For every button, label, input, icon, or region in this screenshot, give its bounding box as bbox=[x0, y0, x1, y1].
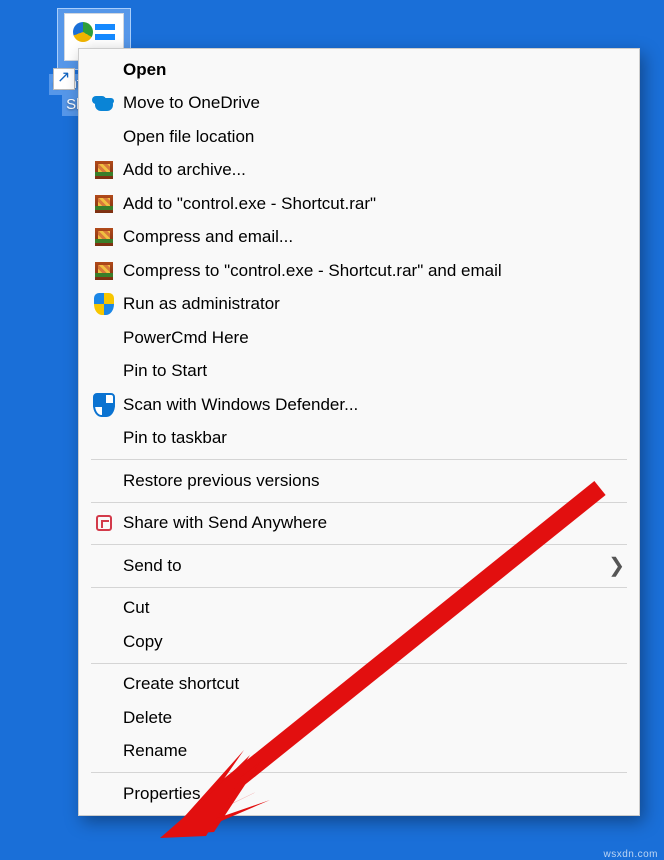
menu-open[interactable]: Open bbox=[79, 53, 639, 87]
menu-label: Pin to taskbar bbox=[119, 428, 625, 448]
menu-label: Send to bbox=[119, 556, 608, 576]
menu-share-send-anywhere[interactable]: Share with Send Anywhere bbox=[79, 507, 639, 541]
menu-restore-previous-versions[interactable]: Restore previous versions bbox=[79, 464, 639, 498]
winrar-icon bbox=[89, 262, 119, 280]
context-menu: Open Move to OneDrive Open file location… bbox=[78, 48, 640, 816]
menu-label: Compress and email... bbox=[119, 227, 625, 247]
menu-label: Restore previous versions bbox=[119, 471, 625, 491]
send-anywhere-icon bbox=[89, 515, 119, 531]
menu-label: Add to archive... bbox=[119, 160, 625, 180]
menu-label: Scan with Windows Defender... bbox=[119, 395, 625, 415]
menu-label: Properties bbox=[119, 784, 625, 804]
desktop: control.exe - Shortcut Open Move to OneD… bbox=[0, 0, 664, 860]
menu-cut[interactable]: Cut bbox=[79, 592, 639, 626]
menu-copy[interactable]: Copy bbox=[79, 625, 639, 659]
menu-pin-to-start[interactable]: Pin to Start bbox=[79, 355, 639, 389]
menu-label: Create shortcut bbox=[119, 674, 625, 694]
menu-powercmd[interactable]: PowerCmd Here bbox=[79, 321, 639, 355]
menu-label: Cut bbox=[119, 598, 625, 618]
menu-label: Open file location bbox=[119, 127, 625, 147]
menu-move-onedrive[interactable]: Move to OneDrive bbox=[79, 87, 639, 121]
winrar-icon bbox=[89, 161, 119, 179]
menu-label: Delete bbox=[119, 708, 625, 728]
menu-label: PowerCmd Here bbox=[119, 328, 625, 348]
shortcut-overlay-icon bbox=[53, 68, 75, 90]
separator bbox=[91, 772, 627, 773]
watermark-text: wsxdn.com bbox=[603, 849, 658, 860]
menu-compress-to-named-email[interactable]: Compress to "control.exe - Shortcut.rar"… bbox=[79, 254, 639, 288]
menu-add-to-archive[interactable]: Add to archive... bbox=[79, 154, 639, 188]
separator bbox=[91, 544, 627, 545]
separator bbox=[91, 587, 627, 588]
menu-label: Open bbox=[119, 60, 625, 80]
menu-create-shortcut[interactable]: Create shortcut bbox=[79, 668, 639, 702]
menu-send-to[interactable]: Send to ❯ bbox=[79, 549, 639, 583]
menu-label: Share with Send Anywhere bbox=[119, 513, 625, 533]
winrar-icon bbox=[89, 195, 119, 213]
menu-label: Compress to "control.exe - Shortcut.rar"… bbox=[119, 261, 625, 281]
menu-compress-email[interactable]: Compress and email... bbox=[79, 221, 639, 255]
menu-open-file-location[interactable]: Open file location bbox=[79, 120, 639, 154]
separator bbox=[91, 663, 627, 664]
menu-add-to-named-rar[interactable]: Add to "control.exe - Shortcut.rar" bbox=[79, 187, 639, 221]
menu-properties[interactable]: Properties bbox=[79, 777, 639, 811]
menu-label: Run as administrator bbox=[119, 294, 625, 314]
separator bbox=[91, 459, 627, 460]
defender-shield-icon bbox=[89, 393, 119, 417]
menu-label: Rename bbox=[119, 741, 625, 761]
menu-rename[interactable]: Rename bbox=[79, 735, 639, 769]
menu-label: Pin to Start bbox=[119, 361, 625, 381]
onedrive-icon bbox=[89, 97, 119, 109]
menu-label: Move to OneDrive bbox=[119, 93, 625, 113]
menu-delete[interactable]: Delete bbox=[79, 701, 639, 735]
menu-scan-defender[interactable]: Scan with Windows Defender... bbox=[79, 388, 639, 422]
winrar-icon bbox=[89, 228, 119, 246]
separator bbox=[91, 502, 627, 503]
menu-label: Copy bbox=[119, 632, 625, 652]
submenu-arrow-icon: ❯ bbox=[608, 553, 625, 578]
uac-shield-icon bbox=[89, 293, 119, 315]
menu-pin-to-taskbar[interactable]: Pin to taskbar bbox=[79, 422, 639, 456]
menu-label: Add to "control.exe - Shortcut.rar" bbox=[119, 194, 625, 214]
menu-run-as-admin[interactable]: Run as administrator bbox=[79, 288, 639, 322]
